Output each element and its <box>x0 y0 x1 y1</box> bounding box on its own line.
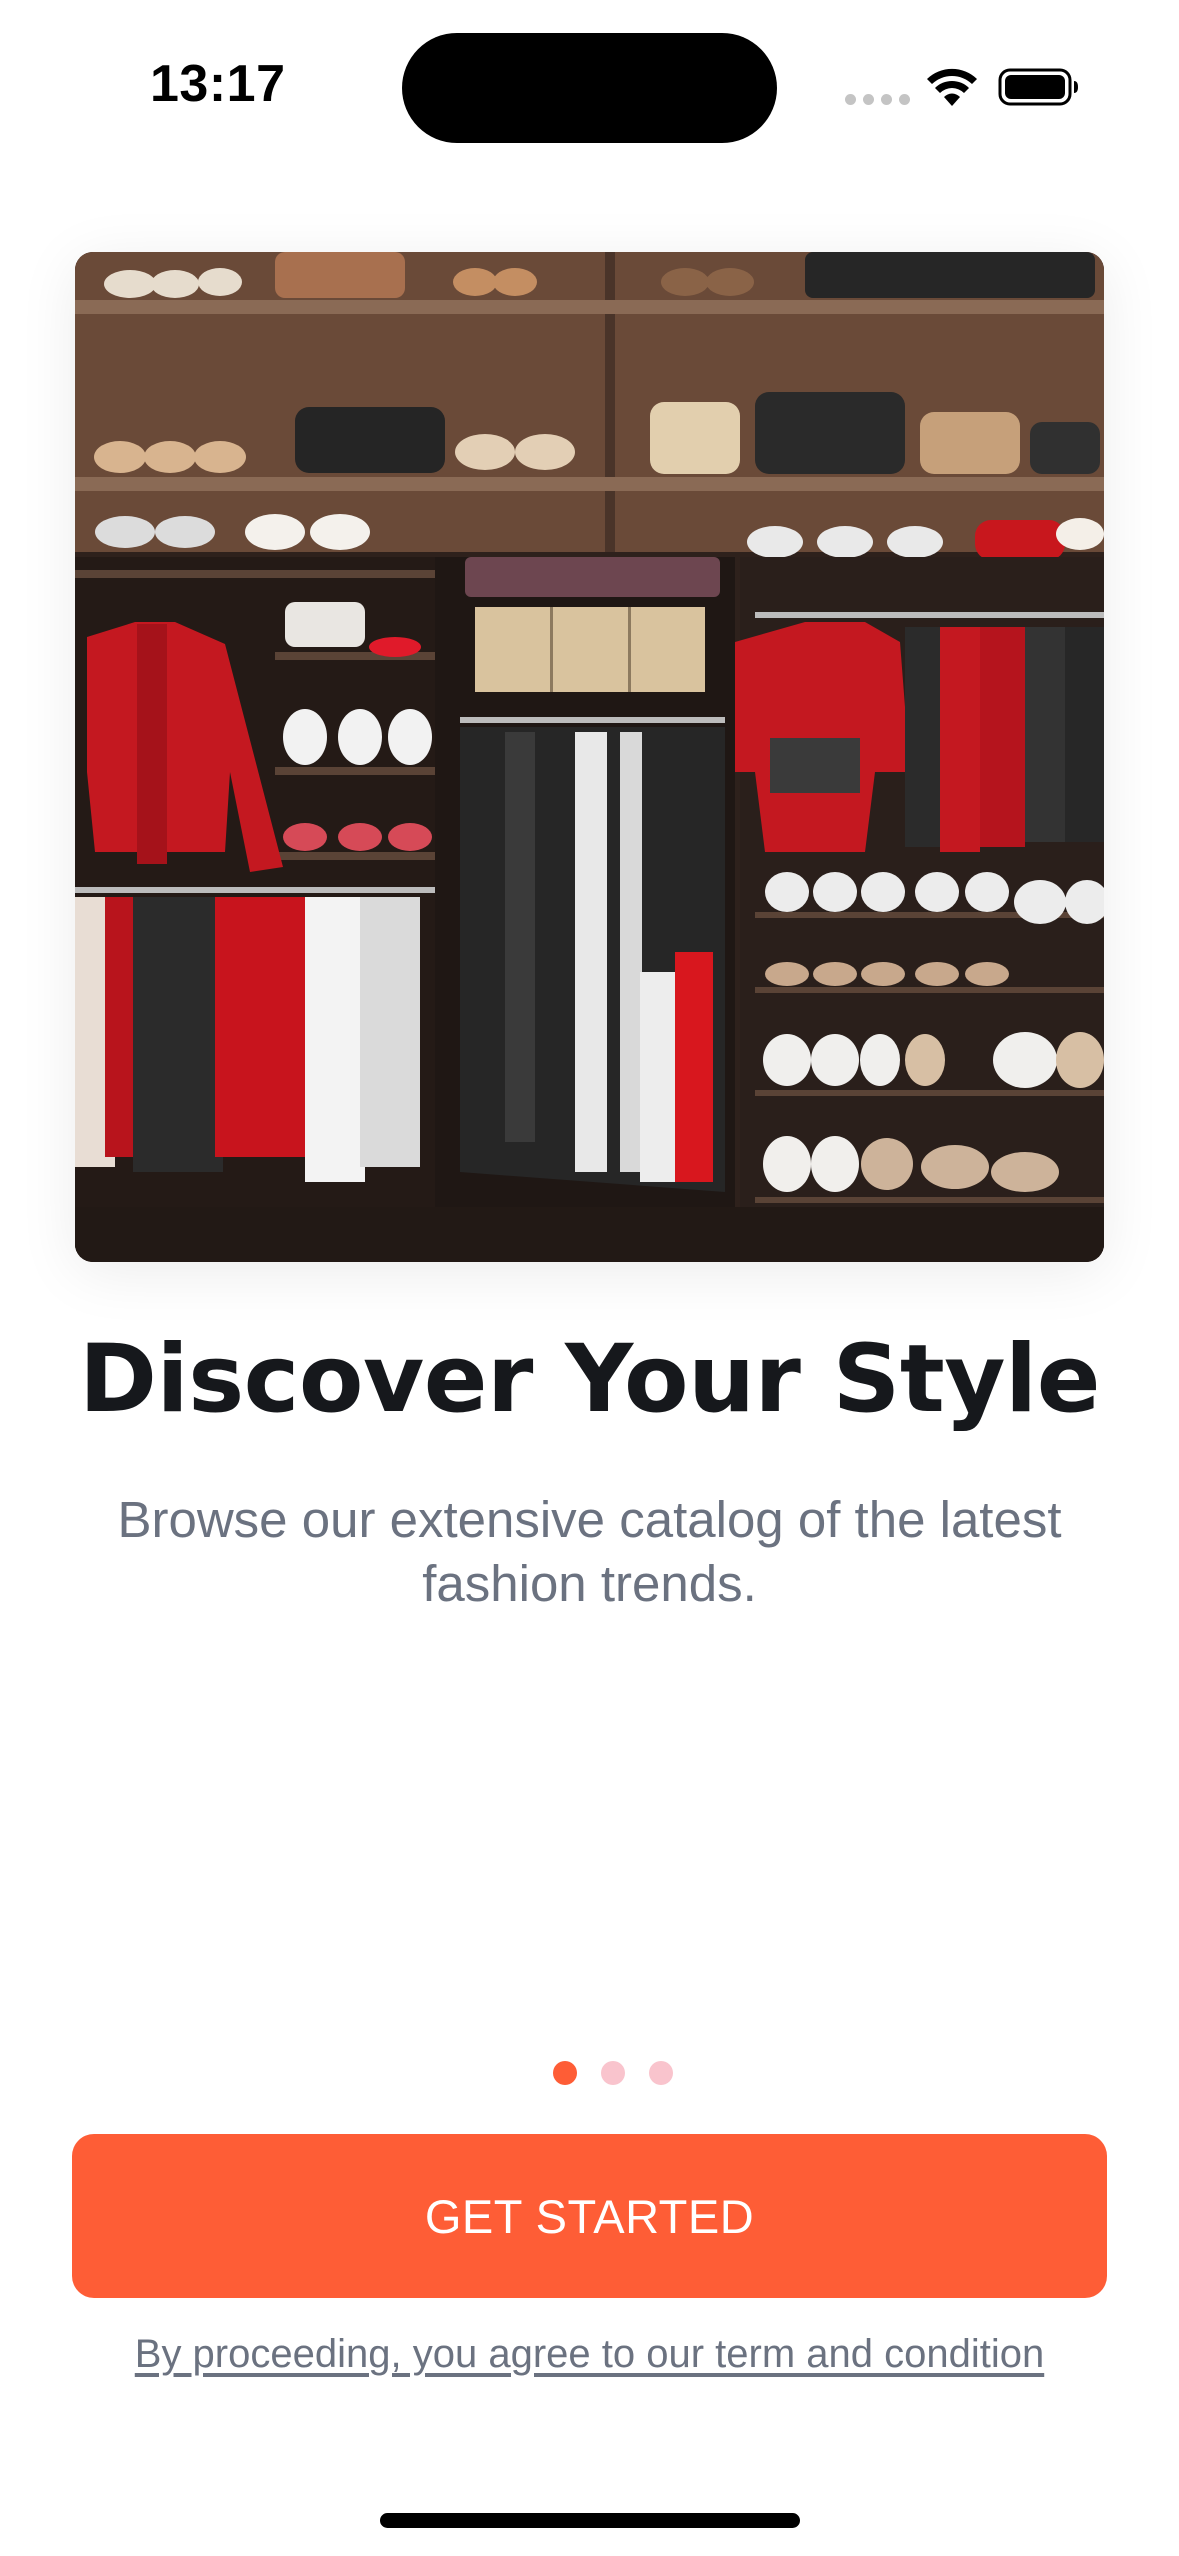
terms-link[interactable]: By proceeding, you agree to our term and… <box>0 2332 1179 2377</box>
page-title: Discover Your Style <box>78 1325 1101 1434</box>
hero-image <box>75 252 1104 1262</box>
home-indicator[interactable] <box>380 2513 800 2528</box>
get-started-button[interactable]: GET STARTED <box>72 2134 1107 2298</box>
page-dot-3[interactable] <box>649 2061 673 2085</box>
wifi-icon <box>927 68 977 106</box>
dynamic-island <box>402 33 777 143</box>
wardrobe-illustration <box>75 252 1104 1262</box>
page-indicator <box>553 2061 673 2085</box>
page-dot-1[interactable] <box>553 2061 577 2085</box>
page-subtitle: Browse our extensive catalog of the late… <box>117 1491 1062 1612</box>
status-time: 13:17 <box>150 55 286 113</box>
page-dot-2[interactable] <box>601 2061 625 2085</box>
battery-icon <box>998 68 1078 106</box>
cellular-signal-icon <box>845 94 910 105</box>
